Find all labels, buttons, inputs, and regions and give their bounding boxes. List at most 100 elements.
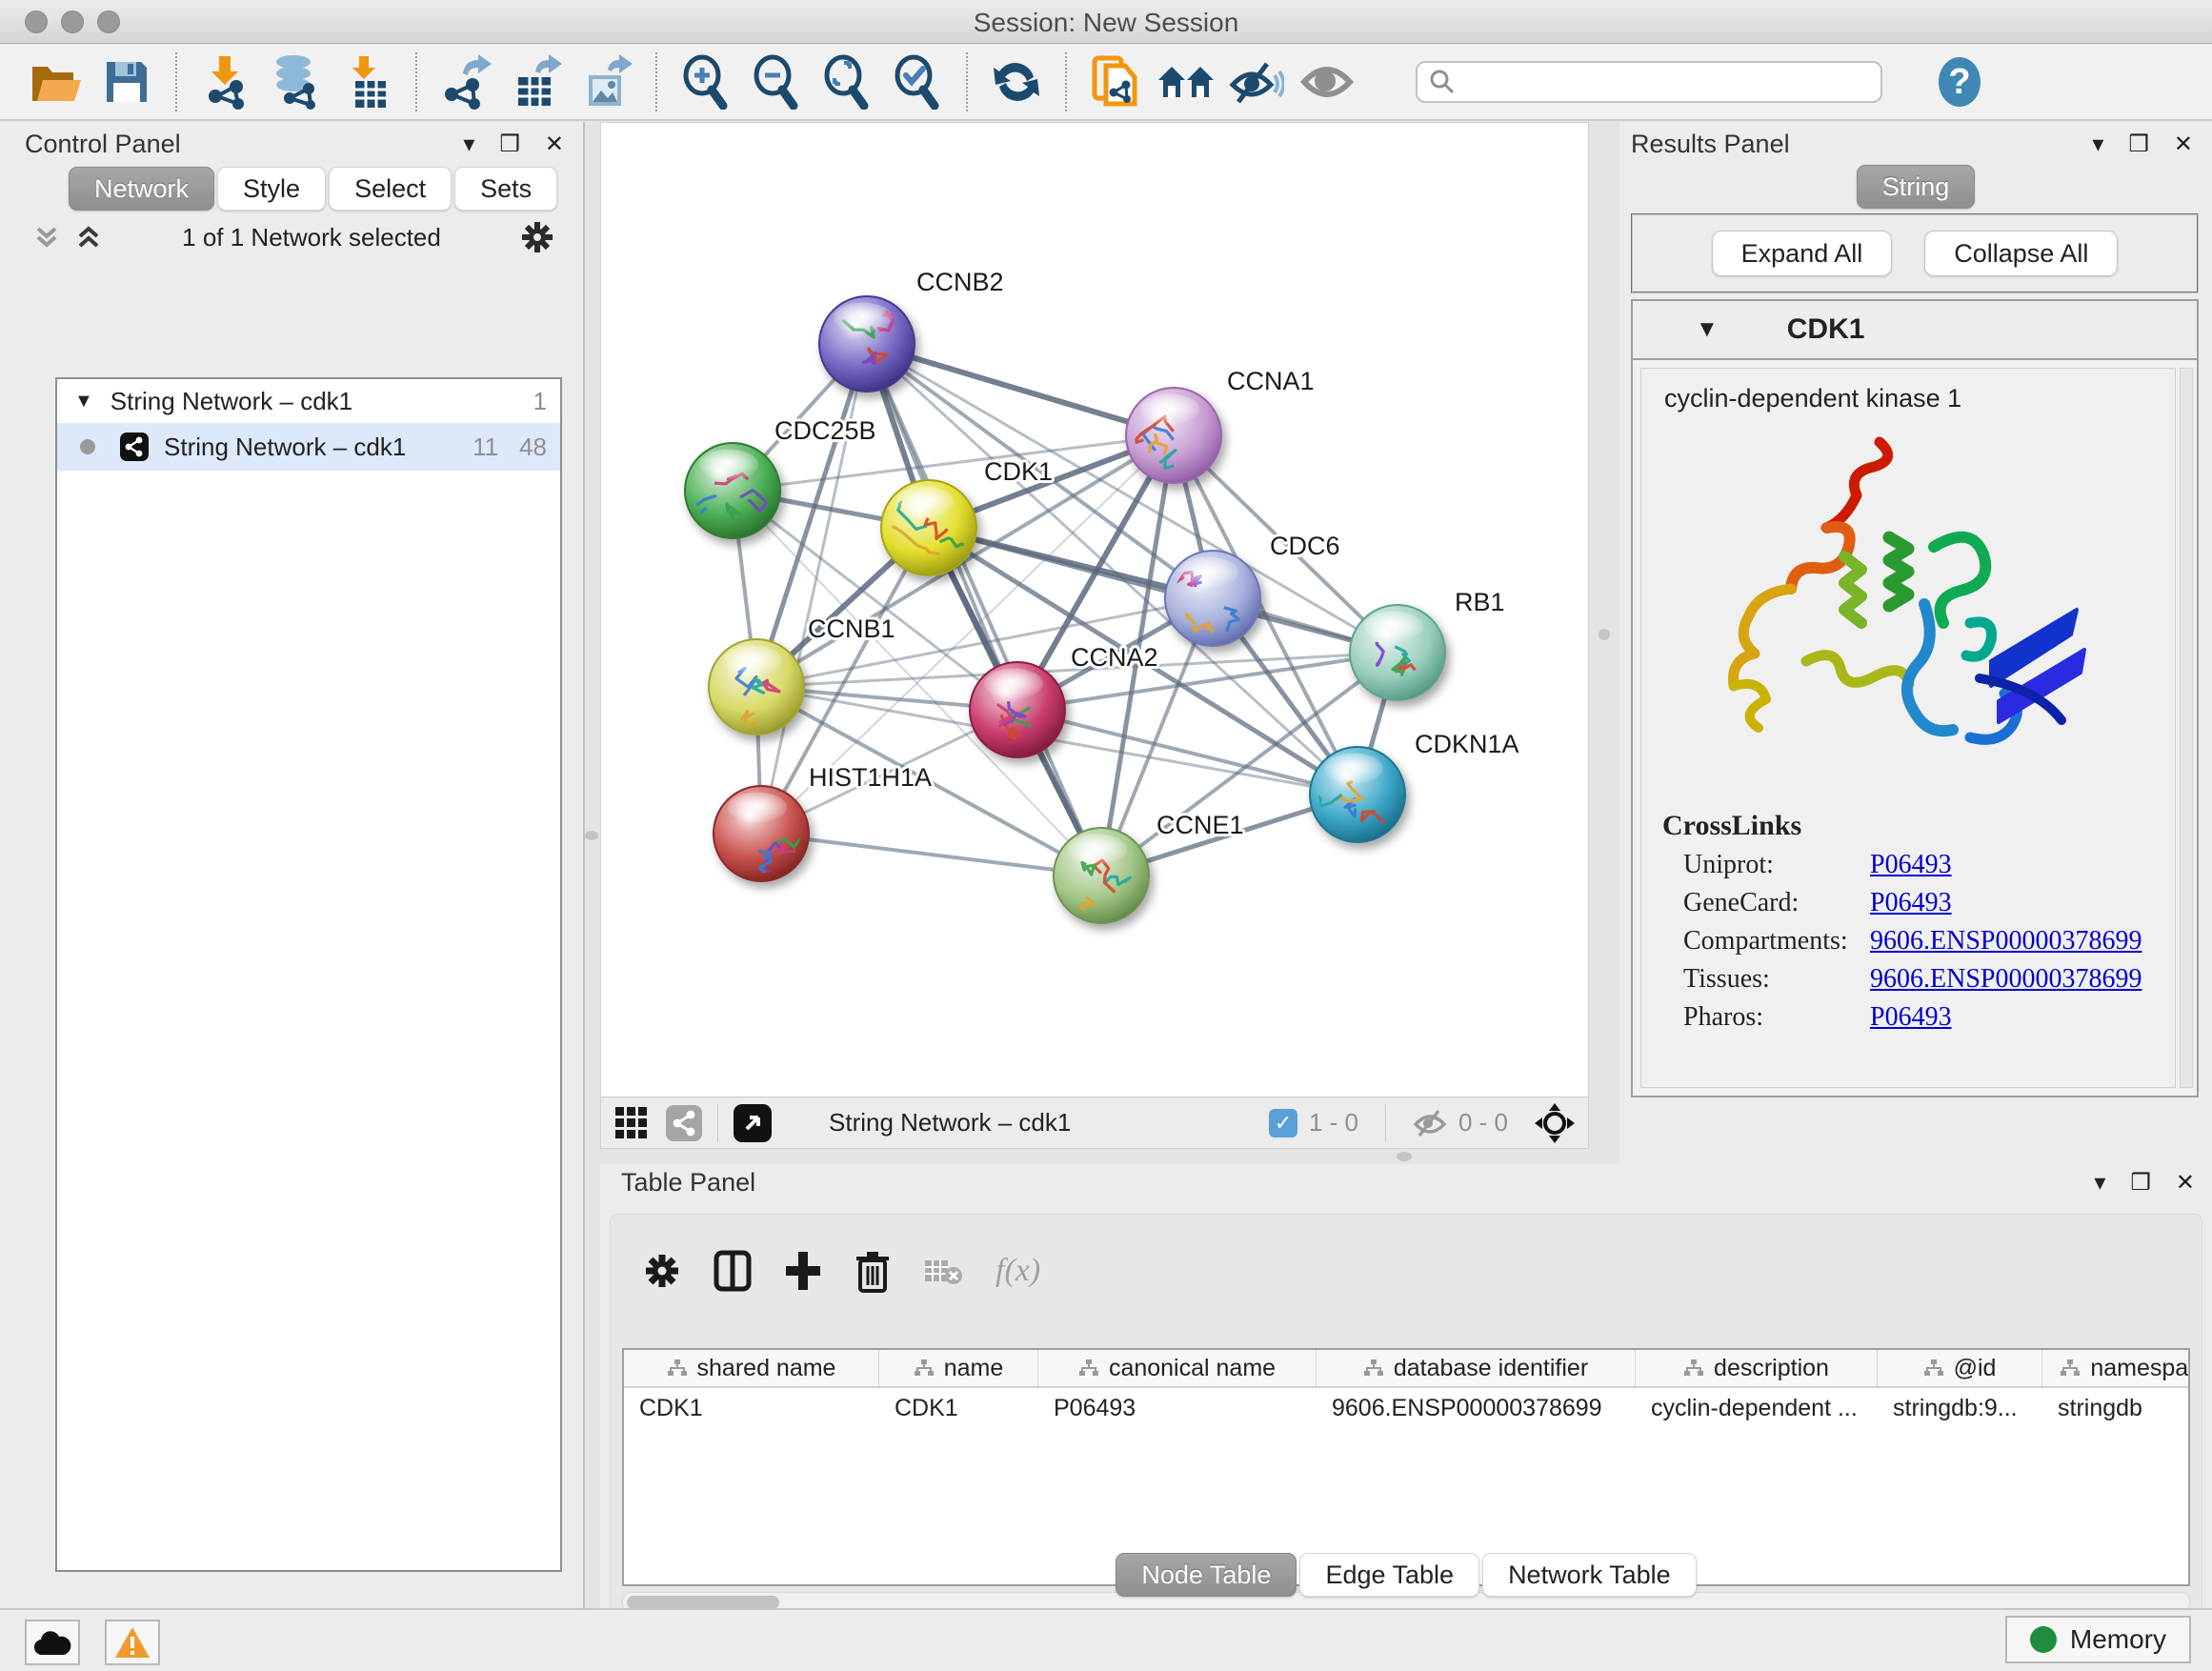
export-image-button[interactable] — [572, 51, 642, 112]
crosslink-link[interactable]: P06493 — [1870, 1002, 1952, 1033]
column-header-description[interactable]: description — [1636, 1350, 1878, 1386]
network-edge[interactable] — [761, 834, 1101, 876]
network-node-CDC25B[interactable] — [685, 443, 780, 538]
duplicate-network-button[interactable] — [1080, 51, 1151, 112]
crosslink-link[interactable]: P06493 — [1870, 888, 1952, 918]
network-node-HIST1H1A[interactable] — [714, 786, 810, 881]
results-scrollbar[interactable] — [2180, 368, 2193, 1088]
panel-float-icon[interactable]: ❒ — [2128, 133, 2149, 156]
right-splitter-handle[interactable] — [1599, 629, 1610, 640]
tab-style[interactable]: Style — [217, 167, 326, 211]
memory-button[interactable]: Memory — [2005, 1616, 2191, 1663]
table-row[interactable]: CDK1CDK1P064939606.ENSP00000378699cyclin… — [624, 1388, 2188, 1428]
network-options-gear-icon[interactable] — [520, 220, 554, 254]
table-cell[interactable]: CDK1 — [624, 1388, 879, 1428]
open-session-button[interactable] — [21, 51, 91, 112]
search-input[interactable] — [1456, 68, 1869, 96]
panel-float-icon[interactable]: ❒ — [499, 133, 520, 156]
network-row-selected[interactable]: String Network – cdk1 11 48 — [57, 423, 560, 471]
tab-select[interactable]: Select — [329, 167, 452, 211]
panel-close-icon[interactable]: ✕ — [2174, 133, 2193, 156]
import-network-from-database-button[interactable] — [261, 51, 332, 112]
table-settings-gear-icon[interactable] — [643, 1252, 681, 1290]
birds-eye-view-icon[interactable] — [734, 1104, 772, 1142]
import-network-button[interactable] — [191, 51, 261, 112]
show-columns-icon[interactable] — [714, 1250, 752, 1292]
column-header-name[interactable]: name — [879, 1350, 1038, 1386]
import-table-button[interactable] — [332, 51, 402, 112]
table-cell[interactable]: stringdb — [2042, 1388, 2190, 1428]
table-cell[interactable]: stringdb:9... — [1878, 1388, 2042, 1428]
fit-content-crosshair-icon[interactable] — [1535, 1103, 1575, 1143]
network-node-CDC6[interactable] — [1165, 551, 1260, 646]
network-node-CCNA2[interactable] — [970, 662, 1065, 757]
zoom-selected-button[interactable] — [882, 51, 953, 112]
selected-checkbox-icon[interactable]: ✓ — [1269, 1109, 1297, 1137]
search-box[interactable] — [1416, 61, 1882, 103]
save-session-button[interactable] — [91, 51, 162, 112]
column-header-shared-name[interactable]: shared name — [624, 1350, 879, 1386]
warning-status-button[interactable] — [105, 1620, 160, 1665]
column-header-namespac[interactable]: namespac — [2042, 1350, 2190, 1386]
network-node-CCNE1[interactable] — [1054, 828, 1149, 923]
network-collection-row[interactable]: ▼ String Network – cdk1 1 — [57, 379, 560, 423]
string-home-button[interactable] — [1151, 51, 1221, 112]
table-cell[interactable]: CDK1 — [879, 1388, 1038, 1428]
delete-column-trash-icon[interactable] — [855, 1249, 891, 1293]
table-cell[interactable]: cyclin-dependent ... — [1636, 1388, 1878, 1428]
panel-float-icon[interactable]: ❒ — [2130, 1172, 2151, 1195]
tree-expand-icon[interactable]: ▼ — [74, 391, 93, 413]
table-cell[interactable]: 9606.ENSP00000378699 — [1317, 1388, 1636, 1428]
network-node-CCNB2[interactable] — [819, 296, 915, 392]
crosslink-link[interactable]: 9606.ENSP00000378699 — [1870, 964, 2142, 995]
node-label-RB1: RB1 — [1455, 588, 1505, 616]
show-hidden-button[interactable] — [1292, 51, 1362, 112]
scrollbar-thumb[interactable] — [627, 1596, 779, 1609]
cloud-status-button[interactable] — [25, 1620, 80, 1665]
add-column-icon[interactable] — [784, 1250, 822, 1292]
hide-unselected-button[interactable] — [1221, 51, 1292, 112]
tab-node-table[interactable]: Node Table — [1116, 1553, 1297, 1597]
column-header--id[interactable]: @id — [1878, 1350, 2042, 1386]
refresh-view-button[interactable] — [981, 51, 1052, 112]
panel-collapse-icon[interactable]: ▾ — [2094, 1172, 2105, 1195]
column-header-canonical-name[interactable]: canonical name — [1038, 1350, 1317, 1386]
share-view-icon[interactable] — [666, 1105, 702, 1141]
zoom-in-button[interactable] — [671, 51, 741, 112]
network-node-CCNA1[interactable] — [1126, 388, 1221, 483]
network-node-CDK1[interactable] — [881, 480, 976, 575]
protein-name: CDK1 — [1787, 313, 1865, 346]
panel-collapse-icon[interactable]: ▾ — [2092, 133, 2103, 156]
tab-network[interactable]: Network — [69, 167, 214, 211]
help-button[interactable]: ? — [1924, 51, 1995, 112]
collapse-all-networks-icon[interactable] — [32, 223, 61, 252]
panel-collapse-icon[interactable]: ▾ — [463, 133, 474, 156]
left-splitter-handle[interactable] — [585, 831, 598, 840]
tab-string-results[interactable]: String — [1857, 165, 1976, 209]
crosslink-link[interactable]: 9606.ENSP00000378699 — [1870, 926, 2142, 956]
network-canvas[interactable]: CCNB2CCNA1CDC25BCDK1CDC6RB1CCNB1CCNA2CDK… — [601, 123, 1588, 1097]
expand-all-networks-icon[interactable] — [74, 223, 103, 252]
panel-close-icon[interactable]: ✕ — [2176, 1172, 2195, 1195]
section-collapse-icon[interactable]: ▼ — [1696, 316, 1719, 343]
network-node-RB1[interactable] — [1350, 605, 1445, 700]
protein-section-header[interactable]: ▼ CDK1 — [1633, 301, 2197, 360]
bottom-splitter-handle[interactable] — [1397, 1152, 1412, 1161]
panel-close-icon[interactable]: ✕ — [545, 133, 564, 156]
export-table-button[interactable] — [501, 51, 572, 112]
tab-edge-table[interactable]: Edge Table — [1299, 1553, 1479, 1597]
column-header-database-identifier[interactable]: database identifier — [1317, 1350, 1636, 1386]
grid-view-icon[interactable] — [614, 1106, 649, 1140]
network-edge[interactable] — [867, 344, 1101, 876]
tab-sets[interactable]: Sets — [454, 167, 557, 211]
zoom-fit-button[interactable] — [812, 51, 882, 112]
expand-all-button[interactable]: Expand All — [1712, 231, 1893, 276]
crosslink-link[interactable]: P06493 — [1870, 850, 1952, 880]
collapse-all-button[interactable]: Collapse All — [1924, 231, 2118, 276]
network-node-CDKN1A[interactable] — [1309, 747, 1405, 842]
network-node-CCNB1[interactable] — [709, 639, 804, 735]
tab-network-table[interactable]: Network Table — [1482, 1553, 1697, 1597]
zoom-out-button[interactable] — [741, 51, 812, 112]
table-cell[interactable]: P06493 — [1038, 1388, 1317, 1428]
export-network-button[interactable] — [431, 51, 501, 112]
